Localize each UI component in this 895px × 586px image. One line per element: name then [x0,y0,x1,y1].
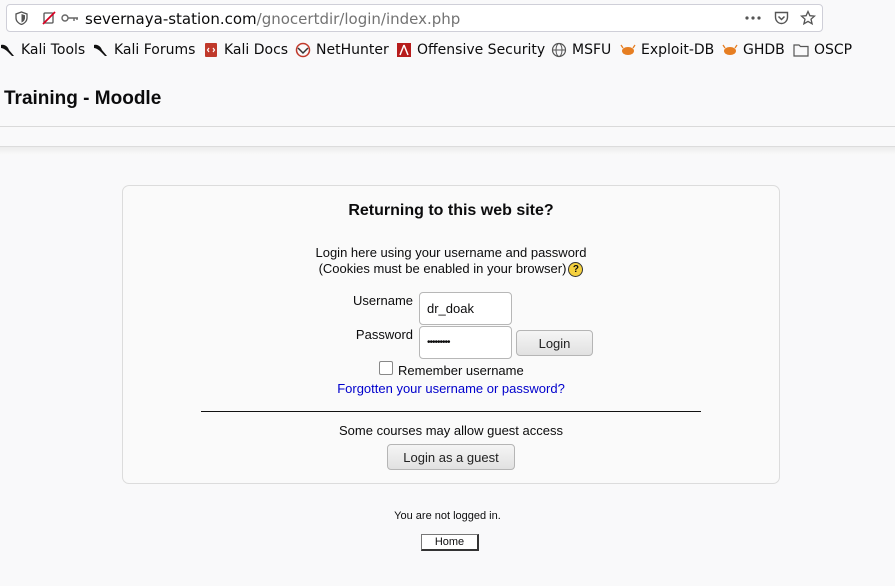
login-button[interactable]: Login [516,330,593,356]
forgot-password-text[interactable]: Forgotten your username or password? [337,381,565,396]
login-box: Returning to this web site? Login here u… [122,185,780,484]
bookmark-label: MSFU [572,42,612,58]
more-actions-icon[interactable] [744,5,762,31]
url-domain: severnaya-station.com [85,10,257,28]
docs-book-icon [203,42,219,58]
page-content: Training - Moodle Returning to this web … [0,72,895,586]
login-status-text: You are not logged in. [394,510,501,522]
bookmark-label: Kali Docs [224,42,289,58]
intro-line-2: (Cookies must be enabled in your browser… [318,261,567,276]
exploitdb-bug-icon [620,42,636,58]
login-intro: Login here using your username and passw… [123,245,779,278]
kali-dragon-icon [0,42,16,58]
password-field[interactable]: ••••••••• [419,326,512,359]
header-divider [0,126,895,127]
bookmark-nethunter[interactable]: NetHunter [295,42,389,58]
exploitdb-bug-icon [722,42,738,58]
bookmark-kali-forums[interactable]: Kali Forums [93,42,195,58]
intro-line-1: Login here using your username and passw… [315,245,587,260]
username-field[interactable]: dr_doak [419,292,512,325]
remember-username-checkbox[interactable] [379,361,393,375]
help-icon[interactable]: ? [568,262,584,278]
camera-blocked-icon[interactable] [41,5,57,31]
url-path: /gnocertdir/login/index.php [256,10,461,28]
bookmark-label: NetHunter [316,42,389,58]
login-box-title: Returning to this web site? [348,202,554,219]
bookmarks-toolbar: Kali Tools Kali Forums Kali Docs NetHunt… [0,40,895,64]
remember-username-label[interactable]: Remember username [398,363,524,378]
bookmark-label: Offensive Security [417,42,546,58]
section-divider [201,411,701,412]
bookmark-star-icon[interactable] [799,5,817,31]
offsec-icon [396,42,412,58]
bookmark-ghdb[interactable]: GHDB [722,42,785,58]
bookmark-label: Kali Forums [114,42,196,58]
folder-icon [793,42,809,58]
forgot-password-link: Forgotten your username or password? [123,381,779,396]
navbar [0,146,895,155]
site-title: Training - Moodle [4,88,162,109]
bookmark-oscp[interactable]: OSCP [793,42,852,58]
bookmark-kali-docs[interactable]: Kali Docs [203,42,288,58]
bookmark-msfu[interactable]: MSFU [551,42,611,58]
url-text[interactable]: severnaya-station.com/gnocertdir/login/i… [85,10,460,28]
key-icon[interactable] [61,5,79,31]
username-label: Username [353,293,413,308]
shield-icon[interactable] [13,5,29,31]
url-bar[interactable]: severnaya-station.com/gnocertdir/login/i… [6,4,823,32]
bookmark-label: OSCP [814,42,853,58]
nethunter-icon [295,42,311,58]
bookmark-label: Kali Tools [21,42,86,58]
bookmark-label: Exploit-DB [641,42,715,58]
password-label: Password [355,327,413,342]
pocket-icon[interactable] [772,5,790,31]
login-as-guest-button[interactable]: Login as a guest [387,444,515,470]
bookmark-kali-tools[interactable]: Kali Tools [0,42,85,58]
bookmark-exploit-db[interactable]: Exploit-DB [620,42,714,58]
bookmark-offensive-security[interactable]: Offensive Security [396,42,545,58]
kali-dragon-icon [93,42,109,58]
home-button[interactable]: Home [421,534,479,551]
intro-line-2-wrapper: (Cookies must be enabled in your browser… [123,261,779,278]
globe-icon [551,42,567,58]
guest-access-text: Some courses may allow guest access [339,423,563,438]
bookmark-label: GHDB [743,42,785,58]
